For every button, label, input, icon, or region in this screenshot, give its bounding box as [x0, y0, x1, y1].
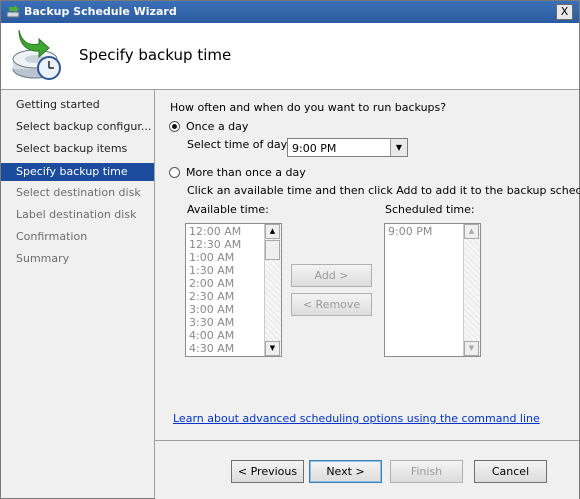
list-item[interactable]: 12:00 AM — [189, 225, 241, 238]
wizard-window: Backup Schedule Wizard X Specify backup … — [0, 0, 580, 499]
scheduled-time-scrollbar: ▲ ▼ — [463, 224, 480, 356]
scroll-down-icon[interactable]: ▼ — [265, 341, 280, 356]
once-a-day-radio[interactable] — [169, 121, 180, 132]
list-item[interactable]: 9:00 PM — [388, 225, 432, 238]
available-time-list[interactable]: 12:00 AM 12:30 AM 1:00 AM 1:30 AM 2:00 A… — [185, 223, 282, 357]
cancel-button[interactable]: Cancel — [474, 460, 547, 483]
page-title: Specify backup time — [79, 46, 232, 64]
available-time-scrollbar[interactable]: ▲ ▼ — [264, 224, 281, 356]
previous-button[interactable]: < Previous — [231, 460, 304, 483]
scroll-down-icon: ▼ — [464, 341, 479, 356]
wizard-steps: Getting started Select backup configur..… — [1, 90, 155, 498]
title-bar: Backup Schedule Wizard X — [1, 1, 579, 23]
backup-wizard-icon — [12, 29, 61, 80]
wizard-header: Specify backup time — [1, 23, 579, 90]
list-item[interactable]: 3:00 AM — [189, 303, 234, 316]
step-specify-backup-time[interactable]: Specify backup time — [1, 163, 154, 181]
scheduled-time-list[interactable]: 9:00 PM ▲ ▼ — [384, 223, 481, 357]
frequency-question: How often and when do you want to run ba… — [170, 101, 447, 114]
chevron-down-icon[interactable]: ▼ — [390, 139, 407, 156]
step-select-backup-configuration[interactable]: Select backup configur... — [1, 118, 154, 136]
step-getting-started[interactable]: Getting started — [1, 96, 154, 114]
list-item[interactable]: 3:30 AM — [189, 316, 234, 329]
more-than-once-radio[interactable] — [169, 167, 180, 178]
once-a-day-label[interactable]: Once a day — [186, 120, 248, 133]
time-of-day-select[interactable]: 9:00 PM ▼ — [287, 138, 408, 157]
scheduled-time-label: Scheduled time: — [385, 203, 475, 216]
advanced-scheduling-link[interactable]: Learn about advanced scheduling options … — [173, 412, 540, 425]
list-item[interactable]: 1:30 AM — [189, 264, 234, 277]
add-button[interactable]: Add > — [291, 264, 372, 287]
scroll-up-icon: ▲ — [464, 224, 479, 239]
step-select-destination-disk: Select destination disk — [16, 186, 141, 199]
scroll-up-icon[interactable]: ▲ — [265, 224, 280, 239]
wizard-footer: < Previous Next > Finish Cancel — [155, 440, 579, 499]
list-item[interactable]: 1:00 AM — [189, 251, 234, 264]
more-than-once-label[interactable]: More than once a day — [186, 166, 306, 179]
step-select-backup-items[interactable]: Select backup items — [1, 140, 154, 158]
list-item[interactable]: 12:30 AM — [189, 238, 241, 251]
finish-button[interactable]: Finish — [390, 460, 463, 483]
close-button[interactable]: X — [556, 4, 573, 20]
time-of-day-value: 9:00 PM — [292, 142, 337, 155]
list-item[interactable]: 4:00 AM — [189, 329, 234, 342]
step-summary: Summary — [16, 252, 70, 265]
time-of-day-label: Select time of day: — [187, 138, 291, 151]
list-item[interactable]: 2:00 AM — [189, 277, 234, 290]
remove-button[interactable]: < Remove — [291, 293, 372, 316]
available-time-label: Available time: — [187, 203, 269, 216]
schedule-instruction: Click an available time and then click A… — [187, 184, 580, 197]
window-title: Backup Schedule Wizard — [24, 5, 177, 18]
main-content: How often and when do you want to run ba… — [155, 90, 580, 440]
next-button[interactable]: Next > — [309, 460, 382, 483]
list-item[interactable]: 4:30 AM — [189, 342, 234, 355]
step-label-destination-disk: Label destination disk — [16, 208, 137, 221]
scroll-thumb[interactable] — [265, 240, 280, 260]
backup-app-icon — [6, 5, 20, 18]
list-item[interactable]: 2:30 AM — [189, 290, 234, 303]
step-confirmation: Confirmation — [16, 230, 88, 243]
